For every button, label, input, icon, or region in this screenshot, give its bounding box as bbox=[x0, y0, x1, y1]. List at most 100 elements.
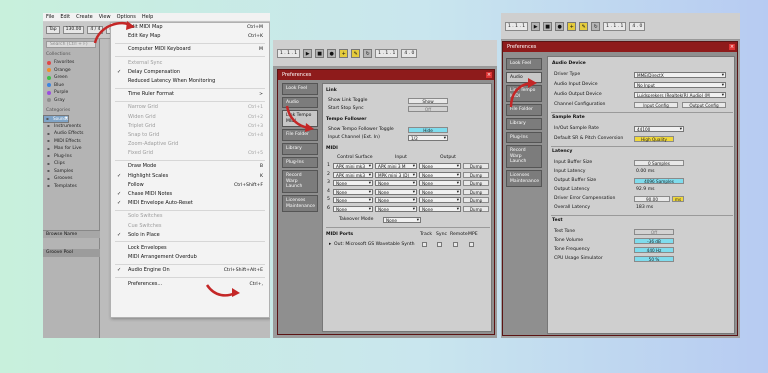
menu-item[interactable]: ✓ Highlight Scales K bbox=[111, 172, 269, 181]
midi-input-select[interactable]: None bbox=[375, 188, 417, 195]
loop-icon[interactable]: ↻ bbox=[591, 21, 601, 31]
category-item[interactable]: ▪ Templates bbox=[43, 183, 99, 191]
dump-button[interactable]: Dump bbox=[463, 171, 489, 178]
close-icon[interactable]: × bbox=[486, 72, 492, 78]
category-item[interactable]: ▪ Plug-Ins bbox=[43, 153, 99, 161]
show-tempo-toggle[interactable]: Hide bbox=[408, 127, 448, 133]
control-surface-select[interactable]: APK mini mk3 bbox=[333, 163, 373, 169]
collection-item[interactable]: Favorites bbox=[43, 59, 99, 67]
play-icon[interactable]: ▶ bbox=[303, 48, 313, 58]
record-icon[interactable]: ● bbox=[327, 48, 337, 58]
loop-icon[interactable]: ↻ bbox=[363, 48, 373, 58]
driver-error-field[interactable]: 90.00 bbox=[634, 196, 670, 202]
category-item[interactable]: ▪ Audio Effects bbox=[43, 130, 99, 138]
control-surface-select[interactable]: None bbox=[333, 180, 373, 186]
output-config-button[interactable]: Output Config bbox=[682, 102, 726, 108]
menu-item[interactable]: ✓ Solo in Place bbox=[111, 231, 269, 240]
midi-input-select[interactable]: MPK mini 3 (D) bbox=[375, 171, 417, 178]
automation-icon[interactable]: + bbox=[339, 48, 349, 58]
dump-button[interactable]: Dump bbox=[463, 180, 489, 186]
midi-port-expand-icon[interactable]: ▸ bbox=[329, 242, 331, 247]
port-track-checkbox[interactable] bbox=[422, 242, 427, 247]
draw-icon[interactable]: ✎ bbox=[351, 48, 361, 58]
cpu-sim-field[interactable]: 50 % bbox=[634, 256, 674, 262]
collection-item[interactable]: Blue bbox=[43, 82, 99, 90]
menu-item[interactable]: Lock Envelopes bbox=[111, 244, 269, 253]
automation-icon[interactable]: + bbox=[567, 21, 577, 31]
category-item[interactable]: ▪ Samples bbox=[43, 168, 99, 176]
stop-icon[interactable]: ■ bbox=[543, 21, 553, 31]
midi-input-select[interactable]: None bbox=[375, 205, 417, 212]
record-icon[interactable]: ● bbox=[555, 21, 565, 31]
tab-library[interactable]: Library bbox=[506, 117, 542, 130]
tab-library[interactable]: Library bbox=[282, 142, 318, 155]
midi-output-select[interactable]: None bbox=[419, 163, 461, 169]
groove-pool-header[interactable]: Groove Pool bbox=[43, 249, 100, 257]
output-buffer-field[interactable]: 4096 Samples bbox=[634, 178, 684, 184]
control-surface-select[interactable]: APK mini mk3 bbox=[333, 171, 373, 178]
menu-item[interactable]: ✓ Audio Engine On Ctrl+Shift+Alt+E bbox=[111, 266, 269, 275]
tab-plug-ins[interactable]: Plug-Ins bbox=[282, 156, 318, 169]
control-surface-select[interactable]: None bbox=[333, 188, 373, 195]
menu-item[interactable]: Reduced Latency When Monitoring bbox=[111, 77, 269, 86]
midi-input-select[interactable]: APK mini 3 M bbox=[375, 163, 417, 169]
tab-licenses-maintenance[interactable]: Licenses Maintenance bbox=[282, 194, 318, 213]
close-icon[interactable]: × bbox=[729, 44, 735, 50]
in-out-rate-select[interactable]: 44100 bbox=[634, 126, 684, 132]
browser-search-input[interactable]: Search (Ctrl + F) bbox=[46, 41, 96, 48]
dump-button[interactable]: Dump bbox=[463, 163, 489, 169]
input-buffer-field[interactable]: 0 Samples bbox=[634, 160, 684, 166]
collection-item[interactable]: Orange bbox=[43, 67, 99, 75]
category-item[interactable]: ▪ Instruments bbox=[43, 123, 99, 131]
control-surface-select[interactable]: None bbox=[333, 205, 373, 212]
tab-record-warp-launch[interactable]: Record Warp Launch bbox=[506, 145, 542, 168]
menu-item[interactable]: ✓ Delay Compensation bbox=[111, 68, 269, 77]
draw-icon[interactable]: ✎ bbox=[579, 21, 589, 31]
collection-item[interactable]: Green bbox=[43, 74, 99, 82]
dump-button[interactable]: Dump bbox=[463, 197, 489, 203]
port-remote-checkbox[interactable] bbox=[453, 242, 458, 247]
midi-output-select[interactable]: None bbox=[419, 180, 461, 186]
collection-item[interactable]: Gray bbox=[43, 97, 99, 105]
port-mpe-checkbox[interactable] bbox=[469, 242, 474, 247]
menubar-item-help[interactable]: Help bbox=[142, 14, 153, 20]
midi-output-select[interactable]: None bbox=[419, 171, 461, 178]
midi-input-select[interactable]: None bbox=[375, 197, 417, 203]
control-surface-select[interactable]: None bbox=[333, 197, 373, 203]
menu-item[interactable]: MIDI Arrangement Overdub bbox=[111, 253, 269, 262]
menu-item[interactable]: Time Ruler Format > bbox=[111, 90, 269, 99]
stop-icon[interactable]: ■ bbox=[315, 48, 325, 58]
menubar-item-file[interactable]: File bbox=[46, 14, 54, 20]
play-icon[interactable]: ▶ bbox=[531, 21, 541, 31]
port-sync-checkbox[interactable] bbox=[437, 242, 442, 247]
category-item[interactable]: ▪ Clips bbox=[43, 160, 99, 168]
category-item[interactable]: ▪ Grooves bbox=[43, 175, 99, 183]
input-config-button[interactable]: Input Config bbox=[634, 102, 678, 108]
tab-licenses-maintenance[interactable]: Licenses Maintenance bbox=[506, 169, 542, 188]
tab-record-warp-launch[interactable]: Record Warp Launch bbox=[282, 170, 318, 193]
high-quality-toggle[interactable]: High Quality bbox=[634, 136, 674, 142]
collection-item[interactable]: Purple bbox=[43, 89, 99, 97]
start-stop-sync-toggle[interactable]: Off bbox=[408, 106, 448, 112]
tempo-field[interactable]: 130.00 bbox=[62, 26, 85, 34]
category-item[interactable]: ▪ Max for Live bbox=[43, 145, 99, 153]
category-item[interactable]: ▪ Sounds bbox=[43, 115, 70, 123]
takeover-mode-select[interactable]: None bbox=[383, 217, 421, 223]
midi-output-select[interactable]: None bbox=[419, 205, 461, 212]
tab-look-feel[interactable]: Look Feel bbox=[282, 83, 318, 95]
menubar-item-edit[interactable]: Edit bbox=[60, 14, 70, 20]
menu-item[interactable]: Preferences... Ctrl+, bbox=[111, 280, 269, 289]
show-link-toggle[interactable]: Show bbox=[408, 98, 448, 104]
dump-button[interactable]: Dump bbox=[463, 205, 489, 212]
midi-input-select[interactable]: None bbox=[375, 180, 417, 186]
category-item[interactable]: ▪ MIDI Effects bbox=[43, 138, 99, 146]
tap-button[interactable]: Tap bbox=[46, 26, 60, 34]
tab-plug-ins[interactable]: Plug-Ins bbox=[506, 131, 542, 144]
menu-item[interactable]: Follow Ctrl+Shift+F bbox=[111, 181, 269, 190]
driver-type-select[interactable]: MME/DirectX bbox=[634, 72, 726, 78]
tone-frequency-field[interactable]: 440 Hz bbox=[634, 247, 674, 253]
output-device-select[interactable]: Luidsprekers (Realtek(R) Audio) (M bbox=[634, 92, 726, 98]
tone-volume-field[interactable]: -36 dB bbox=[634, 238, 674, 244]
midi-output-select[interactable]: None bbox=[419, 197, 461, 203]
input-channel-select[interactable]: 1/2 bbox=[408, 135, 448, 141]
